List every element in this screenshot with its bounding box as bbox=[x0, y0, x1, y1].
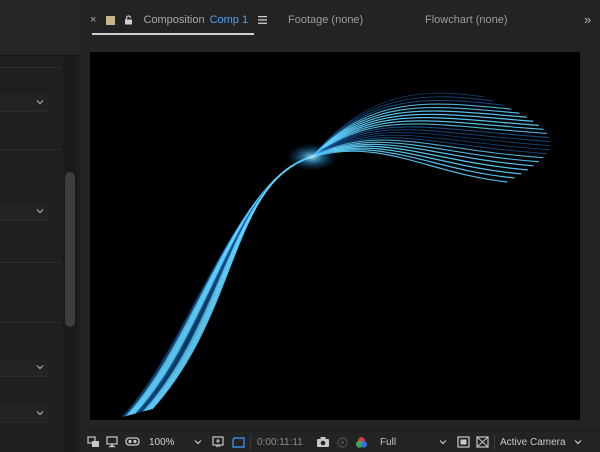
light-streak bbox=[134, 123, 548, 414]
zoom-chevron-icon[interactable] bbox=[194, 431, 202, 452]
panel-divider bbox=[0, 149, 62, 150]
tab-composition-label: Composition bbox=[143, 14, 205, 26]
light-streak bbox=[150, 149, 515, 410]
toolbar-separator bbox=[494, 435, 495, 449]
scrollbar-thumb[interactable] bbox=[65, 172, 75, 327]
light-streak bbox=[148, 147, 522, 411]
region-of-interest-icon[interactable] bbox=[87, 431, 100, 452]
light-streak bbox=[151, 150, 508, 410]
color-channels-icon[interactable] bbox=[355, 431, 368, 452]
close-icon[interactable]: × bbox=[90, 14, 96, 26]
light-streak bbox=[140, 134, 550, 413]
light-streak bbox=[144, 141, 539, 412]
left-panel-scrollbar[interactable] bbox=[63, 57, 77, 452]
resolution-value: Full bbox=[380, 436, 397, 448]
toolbar-separator bbox=[250, 435, 251, 449]
grid-toggle-icon[interactable] bbox=[476, 431, 489, 452]
light-streak bbox=[143, 139, 544, 412]
resolution-chevron-icon[interactable] bbox=[439, 431, 447, 452]
light-streak bbox=[137, 129, 551, 414]
dropdown-chevron-icon bbox=[36, 207, 44, 215]
tab-footage[interactable]: Footage (none) bbox=[288, 0, 363, 40]
dropdown-field[interactable] bbox=[0, 203, 48, 221]
tab-footage-label: Footage (none) bbox=[288, 14, 364, 26]
panel-divider bbox=[0, 67, 62, 68]
tab-flowchart[interactable]: Flowchart (none) bbox=[425, 0, 508, 40]
light-streaks-render bbox=[121, 92, 551, 418]
safe-zones-icon[interactable] bbox=[212, 431, 225, 452]
monitor-icon[interactable] bbox=[106, 431, 118, 452]
snapshot-camera-icon[interactable] bbox=[316, 431, 330, 452]
dropdown-field[interactable] bbox=[0, 94, 48, 112]
dropdown-field[interactable] bbox=[0, 405, 48, 423]
camera-select[interactable]: Active Camera bbox=[500, 431, 566, 452]
lock-icon[interactable] bbox=[124, 15, 133, 25]
left-panel-header bbox=[0, 0, 80, 56]
dropdown-field[interactable] bbox=[0, 359, 48, 377]
light-streak bbox=[147, 145, 528, 411]
show-snapshot-icon[interactable] bbox=[336, 431, 349, 452]
tab-composition-name: Comp 1 bbox=[209, 14, 249, 26]
panel-divider bbox=[0, 262, 62, 263]
viewer-tab-bar: × Composition Comp 1 Footage (none) Flow… bbox=[82, 0, 600, 40]
dropdown-chevron-icon bbox=[36, 98, 44, 106]
panel-menu-icon[interactable] bbox=[258, 16, 268, 24]
left-panel-content bbox=[0, 57, 62, 452]
dropdown-chevron-icon bbox=[36, 363, 44, 371]
light-streak bbox=[145, 143, 534, 411]
viewer-toolbar: 100% 0:00:11:11 Full Active Camera bbox=[82, 430, 600, 452]
timecode-value: 0:00:11:11 bbox=[257, 436, 303, 448]
active-tab-indicator bbox=[92, 33, 254, 35]
composition-viewer[interactable] bbox=[90, 52, 580, 420]
zoom-level-select[interactable]: 100% bbox=[149, 431, 175, 452]
light-streak bbox=[132, 120, 544, 415]
resolution-select[interactable]: Full bbox=[380, 431, 396, 452]
fast-preview-icon[interactable] bbox=[457, 431, 470, 452]
current-time-display[interactable]: 0:00:11:11 bbox=[257, 431, 303, 452]
left-panel bbox=[0, 0, 80, 452]
mask-visibility-icon[interactable] bbox=[125, 431, 140, 452]
transparency-grid-icon[interactable] bbox=[231, 431, 246, 452]
camera-value: Active Camera bbox=[500, 436, 566, 448]
tab-flowchart-label: Flowchart (none) bbox=[425, 14, 508, 26]
panel-divider bbox=[0, 322, 62, 323]
zoom-level-value: 100% bbox=[149, 436, 175, 448]
dropdown-chevron-icon bbox=[36, 409, 44, 417]
overflow-chevron-icon[interactable]: » bbox=[584, 12, 591, 27]
after-effects-window: × Composition Comp 1 Footage (none) Flow… bbox=[0, 0, 600, 452]
camera-chevron-icon[interactable] bbox=[574, 431, 582, 452]
composition-swatch-icon bbox=[106, 15, 116, 25]
